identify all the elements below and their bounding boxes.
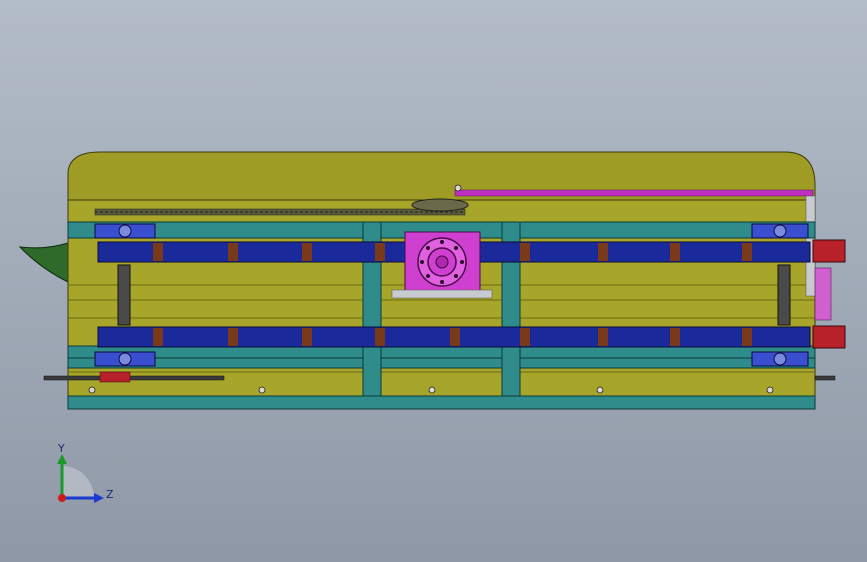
gearbox-base[interactable] bbox=[391, 289, 493, 299]
tension-block[interactable] bbox=[99, 371, 131, 383]
bearing-bottom-right[interactable] bbox=[751, 351, 809, 367]
right-end-bracket[interactable] bbox=[814, 267, 832, 321]
drive-belt[interactable] bbox=[454, 189, 814, 197]
bearing-bottom-left[interactable] bbox=[94, 351, 156, 367]
left-shaft[interactable] bbox=[117, 264, 131, 326]
bearing-top-left[interactable] bbox=[94, 223, 156, 239]
conveyor-assembly-model[interactable] bbox=[0, 0, 867, 562]
y-axis-label: Y bbox=[57, 442, 65, 455]
right-shaft[interactable] bbox=[777, 264, 791, 326]
bottom-right-tab[interactable] bbox=[814, 375, 836, 381]
z-axis-label: Z bbox=[106, 488, 114, 501]
coordinate-triad: Y Z bbox=[57, 442, 114, 503]
gearbox-shaft[interactable] bbox=[435, 255, 449, 269]
right-end-block-lower[interactable] bbox=[812, 325, 846, 349]
lower-rail-b[interactable] bbox=[67, 357, 816, 369]
bearing-top-right[interactable] bbox=[751, 223, 809, 239]
drive-pulley[interactable] bbox=[411, 198, 469, 212]
tension-rod[interactable] bbox=[43, 375, 225, 381]
right-end-block-upper[interactable] bbox=[812, 239, 846, 263]
origin-icon bbox=[58, 494, 66, 502]
base-rail[interactable] bbox=[67, 395, 816, 410]
left-guide-fin[interactable] bbox=[18, 242, 69, 283]
triad-quadrant bbox=[62, 466, 94, 498]
graphics-viewport[interactable]: Y Z bbox=[0, 0, 867, 562]
lower-rail-a[interactable] bbox=[67, 345, 816, 359]
